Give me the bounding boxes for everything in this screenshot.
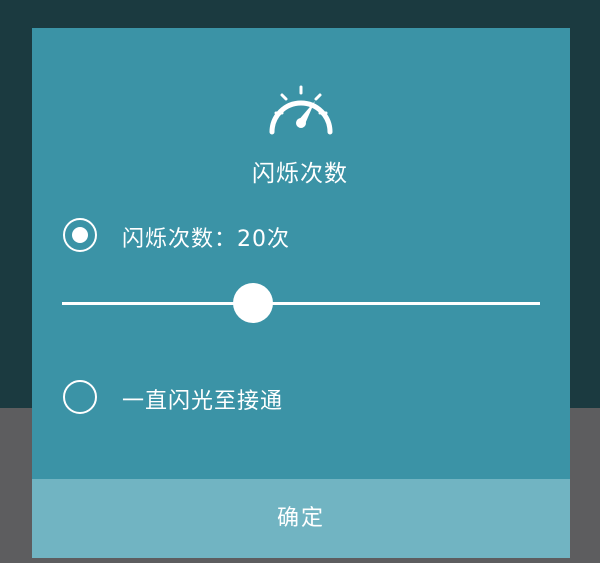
option-label-flash-until-connected[interactable]: 一直闪光至接通: [122, 383, 283, 415]
radio-blink-count[interactable]: [63, 218, 97, 252]
slider-thumb[interactable]: [233, 283, 274, 323]
radio-selected-dot: [72, 227, 88, 243]
slider-track[interactable]: [62, 302, 540, 305]
option-label-blink-count[interactable]: 闪烁次数：20次: [122, 221, 290, 253]
radio-flash-until-connected[interactable]: [63, 380, 97, 414]
dialog-title: 闪烁次数: [252, 161, 348, 187]
blink-count-slider[interactable]: [62, 283, 540, 323]
confirm-button[interactable]: 确定: [32, 479, 570, 558]
speedometer-icon: [269, 85, 333, 135]
